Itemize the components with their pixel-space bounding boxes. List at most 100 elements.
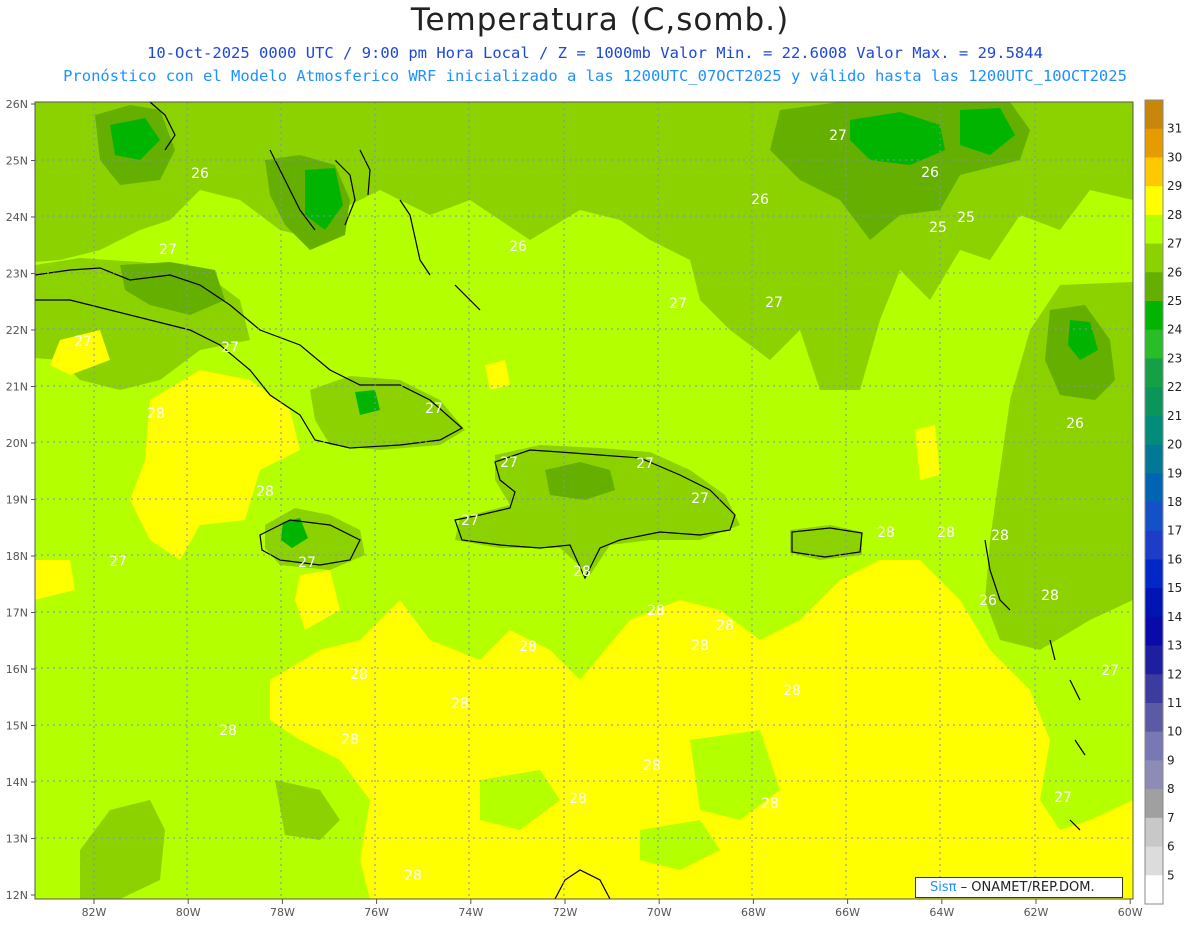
colorbar: 31 30 29 28 27 26 25 24 23 22 21 20 19 18 17 16 15 14 13 12… [1144,99,1182,905]
lon-tick-label: 76W [364,906,389,919]
contour-label: 28 [350,667,368,683]
colorbar-label: 18 [1167,495,1182,509]
contour-label: 28 [877,525,895,541]
contour-label: 26 [979,593,997,609]
colorbar-label: 25 [1167,294,1182,308]
credit-box: Sisπ – ONAMET/REP.DOM. [915,877,1123,898]
lat-tick-label: 21N [6,381,28,394]
contour-label: 28 [937,525,955,541]
contour-label: 27 [1101,663,1119,679]
colorbar-swatch [1145,588,1163,618]
contour-label: 27 [669,296,687,312]
lon-tick-label: 80W [176,906,201,919]
contour-label: 28 [783,683,801,699]
lat-tick-label: 25N [6,155,28,168]
lon-tick-label: 82W [82,906,107,919]
colorbar-label: 30 [1167,150,1182,164]
lat-tick-label: 17N [6,607,28,620]
lon-tick-label: 74W [458,906,483,919]
colorbar-swatch [1145,760,1163,790]
colorbar-swatch [1145,186,1163,216]
colorbar-swatch [1145,100,1163,130]
colorbar-label: 22 [1167,380,1182,394]
contour-label: 27 [109,554,127,570]
colorbar-swatch [1145,817,1163,848]
contour-label: 28 [404,868,422,884]
colorbar-swatch [1145,301,1163,331]
credit-brand: Sisπ [930,880,957,895]
colorbar-swatch [1145,214,1163,245]
contour-label: 27 [74,334,92,350]
lon-tick-labels: 82W 80W 78W 76W 74W 72W 70W 68W 66W 64W 62W 60W [82,899,1143,919]
colorbar-swatch [1145,846,1163,876]
lon-tick-label: 70W [647,906,672,919]
colorbar-swatch [1145,329,1163,359]
colorbar-label: 10 [1167,725,1182,739]
colorbar-label: 27 [1167,237,1182,251]
contour-label: 28 [1041,588,1059,604]
lon-tick-label: 72W [553,906,578,919]
contour-label: 28 [519,639,537,655]
lat-tick-label: 20N [6,437,28,450]
colorbar-label: 28 [1167,208,1182,222]
contour-label: 28 [147,406,165,422]
colorbar-label: 7 [1167,811,1175,825]
colorbar-swatch [1145,128,1163,158]
colorbar-label: 5 [1167,868,1175,882]
contour-label: 26 [751,192,769,208]
contour-label: 27 [1054,790,1072,806]
contour-label: 28 [451,696,469,712]
contour-label: 27 [691,491,709,507]
colorbar-label: 12 [1167,667,1182,681]
colorbar-swatch [1145,473,1163,503]
colorbar-swatch [1145,789,1163,819]
contour-label: 27 [461,513,479,529]
colorbar-swatch [1145,415,1163,446]
colorbar-swatch [1145,358,1163,388]
colorbar-label: 9 [1167,753,1175,767]
contour-label: 28 [691,638,709,654]
lat-tick-label: 15N [6,720,28,733]
colorbar-label: 19 [1167,466,1182,480]
colorbar-swatch [1145,703,1163,733]
contour-label: 28 [219,723,237,739]
colorbar-label: 13 [1167,639,1182,653]
contour-label: 28 [573,564,591,580]
lat-tick-label: 23N [6,268,28,281]
temperature-map: 26 27 27 27 26 27 26 25 25 26 27 27 27 27 28 28 27 27 28 27… [6,98,1183,919]
contour-label: 26 [1066,416,1084,432]
colorbar-label: 6 [1167,840,1175,854]
colorbar-swatch [1145,616,1163,647]
contour-label: 27 [159,242,177,258]
colorbar-label: 16 [1167,552,1182,566]
colorbar-label: 11 [1167,696,1182,710]
colorbar-swatch [1145,243,1163,273]
colorbar-label: 26 [1167,265,1182,279]
lat-tick-label: 16N [6,663,28,676]
colorbar-label: 17 [1167,524,1182,538]
colorbar-swatch [1145,502,1163,532]
lon-tick-label: 68W [741,906,766,919]
lat-tick-label: 24N [6,211,28,224]
lon-tick-label: 78W [270,906,295,919]
contour-label: 28 [761,796,779,812]
colorbar-swatch [1145,674,1163,704]
lon-tick-label: 60W [1118,906,1143,919]
contour-label: 26 [509,239,527,255]
colorbar-swatch [1145,387,1163,417]
lon-tick-label: 62W [1024,906,1049,919]
contour-label: 27 [500,455,518,471]
credit-text: – ONAMET/REP.DOM. [956,880,1095,895]
contour-label: 28 [716,618,734,634]
colorbar-label: 23 [1167,351,1182,365]
colorbar-label: 14 [1167,610,1182,624]
colorbar-swatch [1145,272,1163,302]
contour-label: 27 [221,340,239,356]
colorbar-label: 29 [1167,179,1182,193]
colorbar-swatch [1145,157,1163,187]
colorbar-swatch [1145,875,1163,905]
colorbar-label: 8 [1167,782,1175,796]
lat-tick-label: 19N [6,494,28,507]
lat-tick-label: 12N [6,889,28,902]
contour-label: 28 [341,732,359,748]
